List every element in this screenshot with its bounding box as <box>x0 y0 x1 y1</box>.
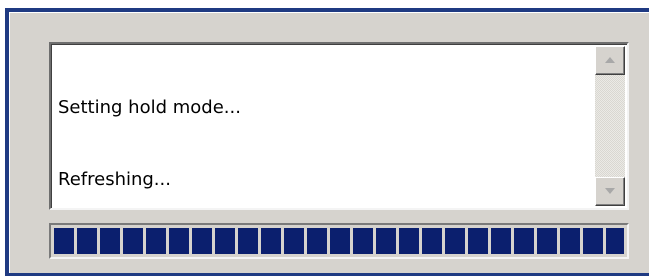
progress-block <box>422 228 442 254</box>
progress-block <box>514 228 534 254</box>
status-log-textbox[interactable]: Setting hold mode... Refreshing... <box>49 42 629 210</box>
progress-block <box>146 228 166 254</box>
progress-block <box>468 228 488 254</box>
triangle-down-icon <box>605 188 615 194</box>
progress-block <box>77 228 97 254</box>
progress-block <box>123 228 143 254</box>
progress-block <box>376 228 396 254</box>
log-line: Refreshing... <box>58 169 171 190</box>
progress-block <box>261 228 281 254</box>
progress-block <box>284 228 304 254</box>
progress-block <box>169 228 189 254</box>
progress-block <box>215 228 235 254</box>
progress-track <box>54 228 624 254</box>
status-log-text: Setting hold mode... Refreshing... <box>58 48 241 240</box>
progress-block <box>606 228 624 254</box>
progress-block <box>330 228 350 254</box>
progress-block <box>560 228 580 254</box>
progress-block <box>192 228 212 254</box>
scroll-up-button[interactable] <box>595 46 625 75</box>
progress-block <box>583 228 603 254</box>
progress-block <box>537 228 557 254</box>
progress-block <box>307 228 327 254</box>
vertical-scrollbar[interactable] <box>595 46 625 206</box>
progress-bar <box>49 223 629 259</box>
progress-block <box>54 228 74 254</box>
status-dialog-frame: Setting hold mode... Refreshing... <box>5 8 649 276</box>
progress-fill <box>54 228 624 254</box>
progress-block <box>399 228 419 254</box>
progress-block <box>100 228 120 254</box>
progress-blocks <box>54 228 624 254</box>
progress-block <box>491 228 511 254</box>
progress-block <box>353 228 373 254</box>
progress-block <box>445 228 465 254</box>
log-line: Setting hold mode... <box>58 97 241 118</box>
progress-block <box>238 228 258 254</box>
scroll-down-button[interactable] <box>595 177 625 206</box>
triangle-up-icon <box>605 57 615 63</box>
